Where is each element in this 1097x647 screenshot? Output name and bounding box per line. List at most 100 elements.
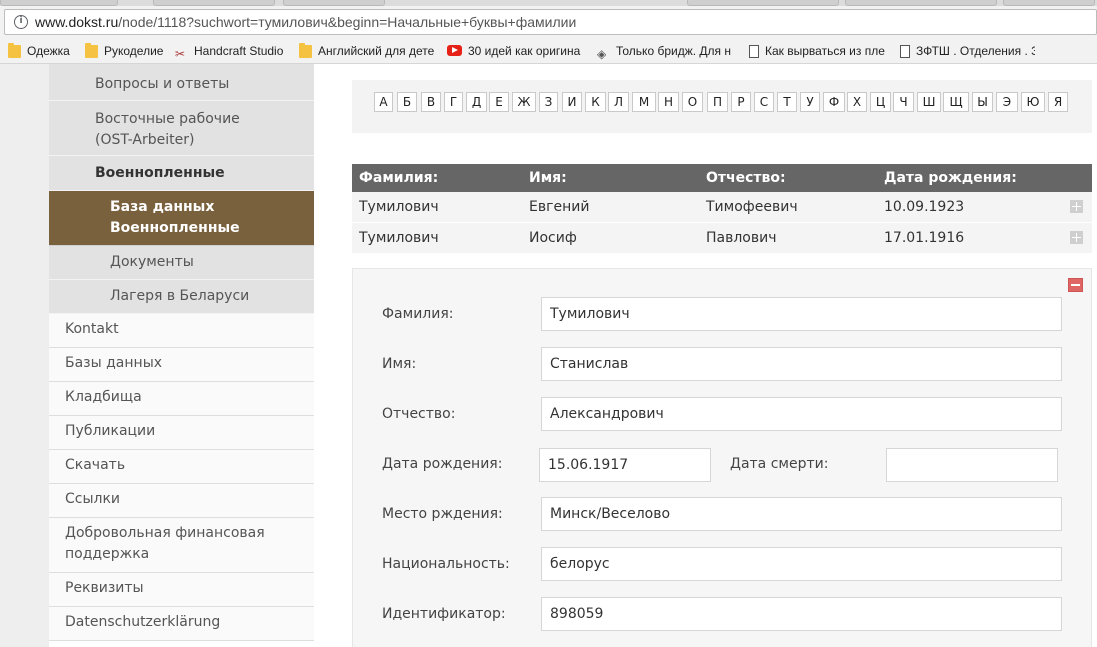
letter-button[interactable]: Р — [731, 92, 751, 112]
letter-button[interactable]: Щ — [943, 92, 969, 112]
birthplace-label: Место рждения: — [382, 506, 503, 522]
surname-field[interactable]: Тумилович — [541, 297, 1062, 331]
column-header-name: Имя: — [529, 170, 567, 186]
page-icon — [900, 45, 910, 58]
sidebar-item-kontakt[interactable]: Kontakt — [49, 314, 314, 348]
bookmark-zftsh[interactable]: ЗФТШ . Отделения . З — [900, 42, 1035, 60]
sidebar-item-download[interactable]: Скачать — [49, 450, 314, 484]
address-bar: i www.dokst.ru/node/1118?suchwort=тумило… — [0, 6, 1097, 39]
letter-button[interactable]: Ш — [917, 92, 941, 112]
column-header-patronymic: Отчество: — [706, 170, 786, 186]
sidebar-item-ost-arbeiter[interactable]: Восточные рабочие (OST-Arbeiter) — [49, 101, 314, 156]
collapse-icon[interactable] — [1068, 278, 1083, 292]
column-header-birthdate: Дата рождения: — [884, 170, 1017, 186]
letter-button[interactable]: В — [421, 92, 441, 112]
page-left-margin — [0, 64, 49, 647]
folder-icon — [8, 43, 21, 58]
cell-name: Иосиф — [529, 230, 577, 246]
sidebar-item-donations[interactable]: Добровольная финансовая поддержка — [49, 518, 314, 573]
bookmark-bridge[interactable]: ◈ Только бридж. Для н — [597, 42, 734, 60]
sidebar-item-pow[interactable]: Военнопленные — [49, 156, 314, 191]
birthplace-field[interactable]: Минск/Веселово — [541, 497, 1062, 531]
expand-icon[interactable] — [1070, 200, 1083, 213]
bookmark-odezhka[interactable]: Одежка — [8, 42, 78, 60]
deathdate-field[interactable] — [886, 448, 1058, 482]
letter-button[interactable]: А — [374, 92, 393, 112]
patronymic-label: Отчество: — [382, 406, 456, 422]
nationality-label: Национальность: — [382, 556, 510, 572]
cards-icon: ◈ — [597, 47, 607, 61]
letter-button[interactable]: М — [632, 92, 656, 112]
bookmarks-bar: Одежка Рукоделие ✂ Handcraft Studio Англи… — [0, 39, 1097, 64]
letter-button[interactable]: Г — [444, 92, 463, 112]
cell-patronymic: Тимофеевич — [706, 199, 798, 215]
letter-button[interactable]: Ж — [512, 92, 536, 112]
name-field[interactable]: Станислав — [541, 347, 1062, 381]
bookmark-handcraft-studio[interactable]: ✂ Handcraft Studio — [175, 42, 293, 60]
sidebar-item-databases[interactable]: Базы данных — [49, 348, 314, 382]
letter-button[interactable]: С — [754, 92, 774, 112]
folder-icon — [85, 43, 98, 58]
sidebar-item-camps[interactable]: Лагеря в Беларуси — [49, 280, 314, 314]
letter-button[interactable]: П — [707, 92, 728, 112]
letter-button[interactable]: Е — [489, 92, 509, 112]
sidebar-item-publications[interactable]: Публикации — [49, 416, 314, 450]
letter-button[interactable]: У — [800, 92, 820, 112]
cell-surname: Тумилович — [359, 230, 439, 246]
letter-button[interactable]: Я — [1048, 92, 1068, 112]
letter-button[interactable]: Ю — [1021, 92, 1045, 112]
surname-label: Фамилия: — [382, 306, 454, 322]
letter-button[interactable]: Н — [658, 92, 679, 112]
birthdate-field[interactable]: 15.06.1917 — [539, 448, 711, 482]
cell-birthdate: 17.01.1916 — [884, 230, 965, 246]
deathdate-label: Дата смерти: — [730, 456, 829, 472]
bookmark-rukodelie[interactable]: Рукоделие — [85, 42, 169, 60]
letter-button[interactable]: З — [539, 92, 558, 112]
letter-button[interactable]: Э — [996, 92, 1018, 112]
sidebar-item-documents[interactable]: Документы — [49, 246, 314, 280]
table-row[interactable]: Тумилович Иосиф Павлович 17.01.1916 — [352, 223, 1092, 254]
cell-birthdate: 10.09.1923 — [884, 199, 965, 215]
info-icon[interactable]: i — [14, 15, 28, 29]
letter-button[interactable]: Ц — [870, 92, 891, 112]
bookmark-english[interactable]: Английский для дете — [299, 42, 434, 60]
letter-button[interactable]: О — [682, 92, 703, 112]
letter-button[interactable]: Б — [397, 92, 417, 112]
cell-patronymic: Павлович — [706, 230, 777, 246]
bookmark-youtube-ideas[interactable]: 30 идей как оригина — [447, 42, 587, 60]
column-header-surname: Фамилия: — [359, 170, 439, 186]
name-label: Имя: — [382, 356, 417, 372]
letter-button[interactable]: К — [585, 92, 606, 112]
identifier-field[interactable]: 898059 — [541, 597, 1062, 631]
results-header: Фамилия: Имя: Отчество: Дата рождения: — [352, 164, 1092, 192]
scissors-icon: ✂ — [175, 47, 186, 61]
expand-icon[interactable] — [1070, 231, 1083, 244]
nationality-field[interactable]: белорус — [541, 547, 1062, 581]
patronymic-field[interactable]: Александрович — [541, 397, 1062, 431]
sidebar-item-links[interactable]: Ссылки — [49, 484, 314, 518]
letter-button[interactable]: Д — [466, 92, 487, 112]
letter-button[interactable]: Х — [847, 92, 867, 112]
table-row[interactable]: Тумилович Евгений Тимофеевич 10.09.1923 — [352, 192, 1092, 223]
sidebar-item-requisites[interactable]: Реквизиты — [49, 573, 314, 607]
letter-button[interactable]: Ы — [972, 92, 993, 112]
letter-button[interactable]: Ф — [823, 92, 845, 112]
letter-button[interactable]: Ч — [893, 92, 914, 112]
cell-surname: Тумилович — [359, 199, 439, 215]
cell-name: Евгений — [529, 199, 590, 215]
page-icon — [749, 45, 759, 58]
folder-icon — [299, 43, 312, 58]
letter-button[interactable]: Л — [608, 92, 629, 112]
sidebar-item-cemeteries[interactable]: Кладбища — [49, 382, 314, 416]
bookmark-break-free[interactable]: Как вырваться из пле — [749, 42, 885, 60]
sidebar-item-faq[interactable]: Вопросы и ответы — [49, 64, 314, 101]
letter-button[interactable]: Т — [777, 92, 797, 112]
identifier-label: Идентификатор: — [382, 606, 506, 622]
letter-button[interactable]: И — [562, 92, 582, 112]
url-field[interactable]: i www.dokst.ru/node/1118?suchwort=тумило… — [4, 9, 1097, 35]
sidebar-item-pow-database[interactable]: База данных Военнопленные — [49, 191, 314, 246]
birthdate-label: Дата рождения: — [382, 456, 503, 472]
sidebar-item-datenschutz[interactable]: Datenschutzerklärung — [49, 607, 314, 641]
youtube-icon — [447, 45, 462, 56]
url-text: www.dokst.ru/node/1118?suchwort=тумилови… — [35, 14, 577, 30]
